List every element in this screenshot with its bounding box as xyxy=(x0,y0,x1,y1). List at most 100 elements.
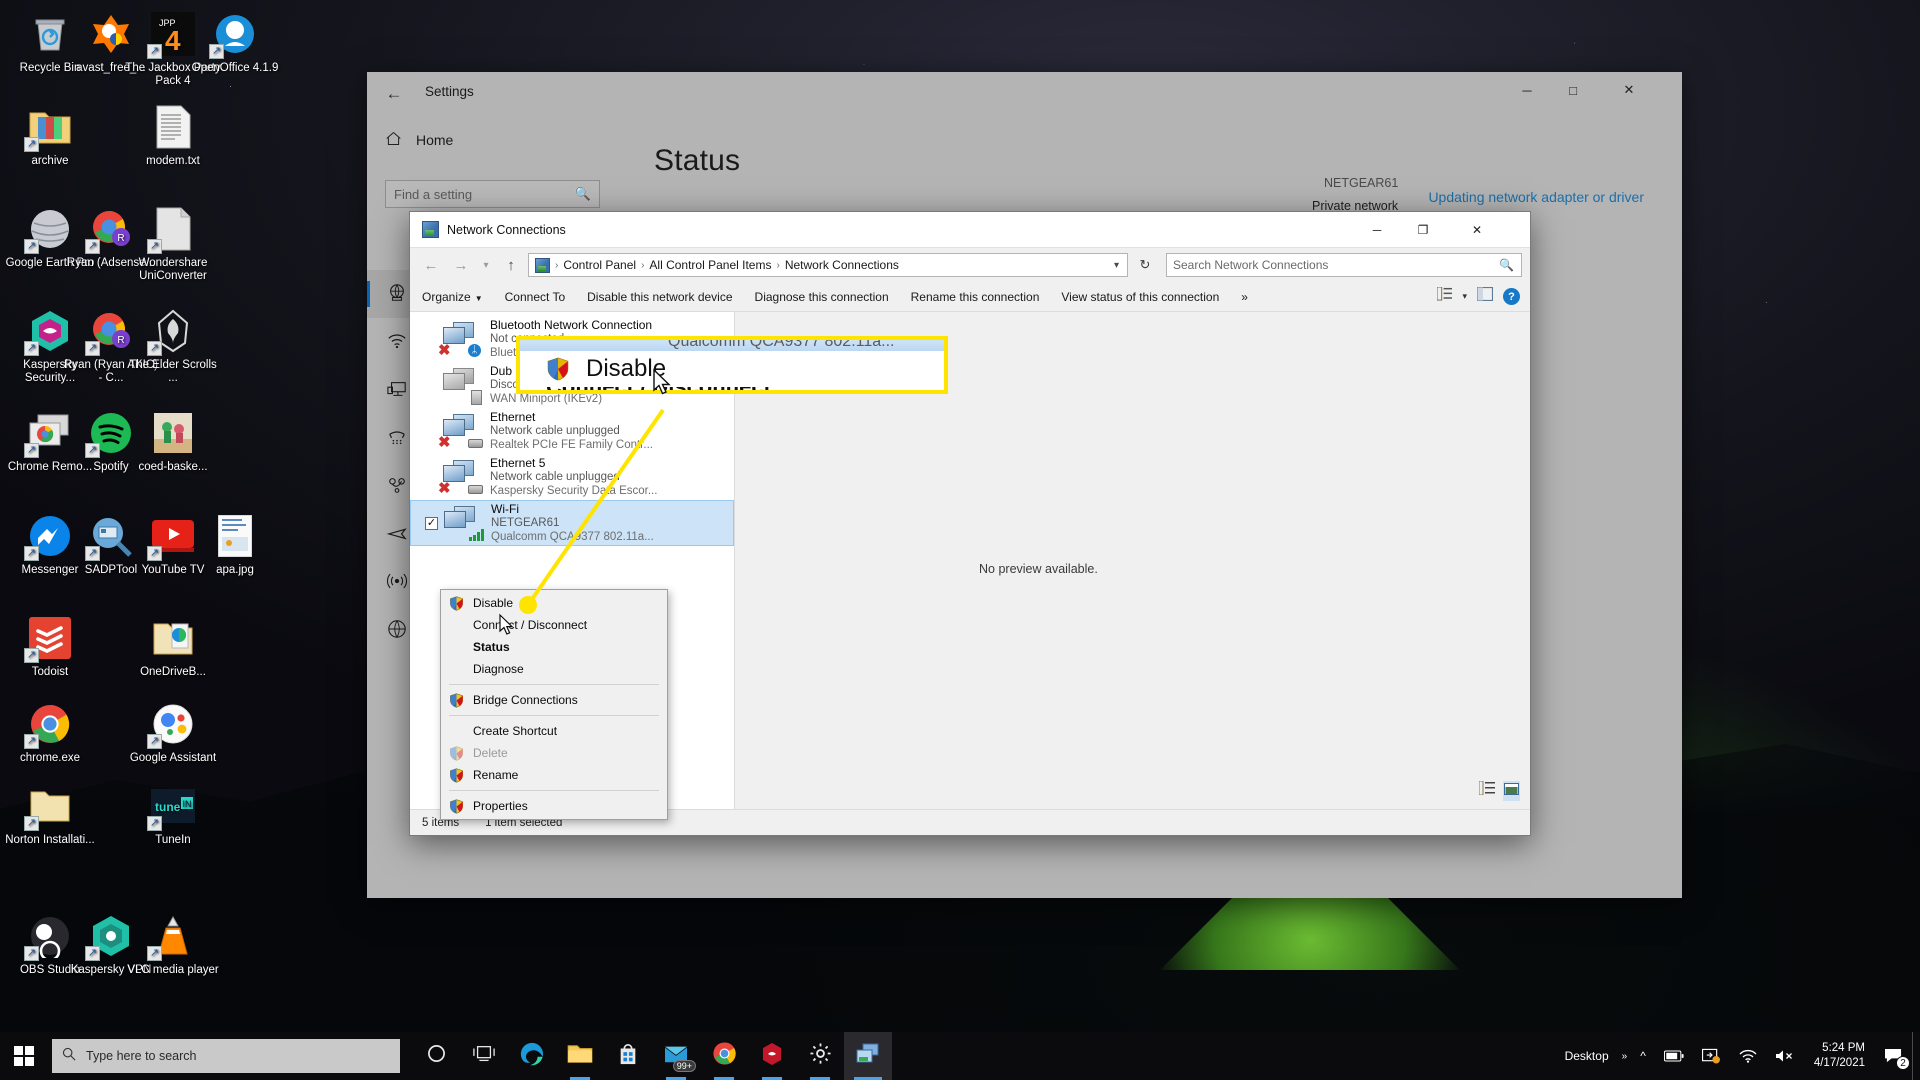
taskbar-task-view[interactable] xyxy=(460,1032,508,1080)
chevron-down-icon[interactable]: ▾ xyxy=(1114,260,1119,271)
network-connections-titlebar[interactable]: Network Connections ─ ❐ ✕ xyxy=(410,212,1530,248)
disconnected-x-icon: ✖ xyxy=(438,480,451,497)
toolbar-rename-this-connection[interactable]: Rename this connection xyxy=(911,290,1040,304)
tray-desktop-label[interactable]: Desktop xyxy=(1556,1032,1618,1080)
taskbar-google-chrome[interactable] xyxy=(700,1032,748,1080)
back-arrow-icon[interactable]: ← xyxy=(377,80,411,108)
taskbar-network-connections[interactable] xyxy=(844,1032,892,1080)
taskbar-settings[interactable] xyxy=(796,1032,844,1080)
menu-item-rename[interactable]: Rename xyxy=(441,764,667,786)
taskbar-kaspersky[interactable] xyxy=(748,1032,796,1080)
menu-item-status[interactable]: Status xyxy=(441,636,667,658)
up-arrow-icon[interactable]: ↑ xyxy=(498,252,524,278)
connection-row[interactable]: ✖ Ethernet Network cable unplugged Realtek … xyxy=(410,408,734,454)
windows-start-icon[interactable] xyxy=(0,1032,48,1080)
connection-row[interactable]: ✖ Ethernet 5 Network cable unplugged Kasper… xyxy=(410,454,734,500)
context-menu[interactable]: Disable Connect / Disconnect Status Diagnos… xyxy=(440,589,668,820)
menu-item-properties[interactable]: Properties xyxy=(441,795,667,817)
desktop-icon-image-thumbnail[interactable]: apa.jpg xyxy=(187,512,283,577)
taskbar-mail[interactable]: 99+ xyxy=(652,1032,700,1080)
desktop-icon-vlc[interactable]: ↗ VLC media player xyxy=(125,912,221,977)
svg-text:4: 4 xyxy=(165,25,181,56)
taskbar-microsoft-store[interactable] xyxy=(604,1032,652,1080)
breadcrumb-item-all-control-panel-items[interactable]: All Control Panel Items xyxy=(649,258,771,272)
wifi-icon[interactable] xyxy=(1730,1032,1766,1080)
change-view-icon[interactable] xyxy=(1437,286,1453,306)
toolbar-disable-this-network-device[interactable]: Disable this network device xyxy=(587,290,732,304)
battery-icon[interactable] xyxy=(1655,1032,1693,1080)
chevron-down-icon[interactable]: ▾ xyxy=(1462,291,1467,302)
menu-item-create-shortcut[interactable]: Create Shortcut xyxy=(441,720,667,742)
desktop-icon-folder[interactable]: ↗ Norton Installati... xyxy=(2,782,98,847)
nc-maximize-button[interactable]: ❐ xyxy=(1400,212,1446,248)
settings-search-input[interactable]: Find a setting 🔍 xyxy=(385,180,600,208)
tray-overflow-marker[interactable]: » xyxy=(1618,1032,1632,1080)
breadcrumb[interactable]: › Control Panel › All Control Panel Item… xyxy=(528,253,1128,277)
menu-item-connect-disconnect[interactable]: Connect / Disconnect xyxy=(441,614,667,636)
clock[interactable]: 5:24 PM 4/17/2021 xyxy=(1804,1041,1875,1071)
show-desktop-button[interactable] xyxy=(1912,1032,1920,1080)
desktop-icon-tunein[interactable]: tune IN ↗ TuneIn xyxy=(125,782,221,847)
settings-maximize-button[interactable]: □ xyxy=(1550,72,1596,108)
breadcrumb-item-network-connections[interactable]: Network Connections xyxy=(785,258,899,272)
details-view-icon[interactable] xyxy=(1478,780,1495,801)
action-center-icon[interactable]: 2 xyxy=(1875,1032,1912,1080)
desktop-icon-chrome[interactable]: ↗ chrome.exe xyxy=(2,700,98,765)
preview-pane-icon[interactable] xyxy=(1476,286,1494,306)
disable-magnifier-callout: Qualcomm QCA9377 802.11a... Disable Conn… xyxy=(516,336,948,394)
search-input[interactable]: Search Network Connections 🔍 xyxy=(1166,253,1522,277)
desktop-icon-text-file[interactable]: modem.txt xyxy=(125,103,221,168)
desktop-icon-blank-document[interactable]: ↗ Wondershare UniConverter xyxy=(125,205,221,283)
nc-minimize-button[interactable]: ─ xyxy=(1354,212,1400,248)
forward-arrow-icon[interactable]: → xyxy=(448,252,474,278)
sidebar-item-home[interactable]: Home xyxy=(367,122,618,158)
connection-checkbox[interactable]: ✓ xyxy=(425,517,438,530)
search-placeholder: Search Network Connections xyxy=(1173,258,1329,272)
desktop-icon-todoist[interactable]: ↗ Todoist xyxy=(2,614,98,679)
back-arrow-icon[interactable]: ← xyxy=(418,252,444,278)
toolbar-diagnose-this-connection[interactable]: Diagnose this connection xyxy=(755,290,889,304)
toolbar-organize[interactable]: Organize ▼ xyxy=(422,290,483,304)
uac-shield-icon xyxy=(449,767,464,783)
large-icons-view-icon[interactable] xyxy=(1503,781,1520,801)
chevron-up-icon[interactable]: ^ xyxy=(1631,1032,1655,1080)
settings-window-title: Settings xyxy=(425,84,474,99)
menu-item-diagnose[interactable]: Diagnose xyxy=(441,658,667,680)
settings-close-button[interactable]: ✕ xyxy=(1606,72,1652,108)
menu-item-bridge-connections[interactable]: Bridge Connections xyxy=(441,689,667,711)
taskbar-microsoft-edge[interactable] xyxy=(508,1032,556,1080)
toolbar-overflow-button[interactable]: » xyxy=(1241,290,1248,304)
desktop-icon-google-assistant[interactable]: ↗ Google Assistant xyxy=(125,700,221,765)
command-toolbar: Organize ▼ Connect To Disable this network … xyxy=(410,282,1530,312)
menu-separator xyxy=(449,715,659,716)
taskbar[interactable]: Type here to search 99+ Desktop » ^ 5:24… xyxy=(0,1032,1920,1080)
openoffice-icon: ↗ xyxy=(209,10,259,59)
onedrive-sync-icon[interactable] xyxy=(1693,1032,1730,1080)
recent-locations-chevron-icon[interactable]: ▾ xyxy=(478,252,494,278)
nc-close-button[interactable]: ✕ xyxy=(1454,212,1500,248)
shortcut-overlay-icon: ↗ xyxy=(147,44,162,59)
toolbar-connect-to[interactable]: Connect To xyxy=(505,290,566,304)
settings-titlebar[interactable]: ← Settings ─ □ ✕ xyxy=(367,72,1682,116)
connection-row[interactable]: ✓ Wi-Fi NETGEAR61 Qualcomm QCA9377 802.11a.… xyxy=(410,500,734,546)
update-network-adapter-link[interactable]: Updating network adapter or driver xyxy=(1428,189,1644,205)
desktop-icon-onedrive-folder[interactable]: OneDriveB... xyxy=(125,614,221,679)
callout-disable-row[interactable]: Disable xyxy=(520,351,944,387)
help-icon[interactable]: ? xyxy=(1503,288,1520,305)
volume-muted-icon[interactable] xyxy=(1766,1032,1804,1080)
refresh-icon[interactable]: ↻ xyxy=(1132,253,1158,277)
taskbar-cortana[interactable] xyxy=(412,1032,460,1080)
desktop-icon-openoffice[interactable]: ↗ OpenOffice 4.1.9 xyxy=(187,10,283,75)
desktop-icon-folder-archive[interactable]: ↗ archive xyxy=(2,103,98,168)
ethernet-icon xyxy=(387,379,409,401)
desktop-icon-photo-thumbnail[interactable]: coed-baske... xyxy=(125,409,221,474)
tray-date: 4/17/2021 xyxy=(1813,1057,1865,1069)
taskbar-search-input[interactable]: Type here to search xyxy=(52,1039,400,1073)
toolbar-view-status-of-this-connection[interactable]: View status of this connection xyxy=(1061,290,1219,304)
menu-item-disable[interactable]: Disable xyxy=(441,592,667,614)
desktop-icon-skyrim[interactable]: ↗ The Elder Scrolls ... xyxy=(125,307,221,385)
taskbar-file-explorer[interactable] xyxy=(556,1032,604,1080)
breadcrumb-item-control-panel[interactable]: Control Panel xyxy=(563,258,636,272)
server-badge-icon xyxy=(471,390,482,405)
settings-minimize-button[interactable]: ─ xyxy=(1504,72,1550,108)
